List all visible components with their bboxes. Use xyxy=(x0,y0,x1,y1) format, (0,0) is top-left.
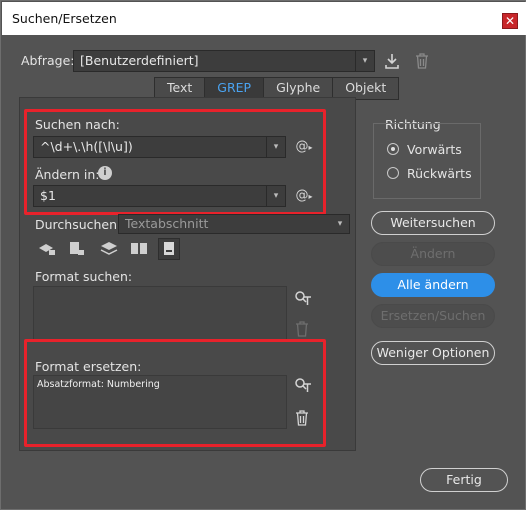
change-find-button[interactable]: Ersetzen/Suchen xyxy=(371,304,495,328)
title-bar: Suchen/Ersetzen ✕ xyxy=(2,2,526,35)
locked-layers-icon[interactable] xyxy=(37,241,57,262)
hidden-layers-icon[interactable] xyxy=(99,241,119,262)
scope-label: Durchsuchen: xyxy=(35,217,122,232)
tab-glyph[interactable]: Glyphe xyxy=(264,78,334,99)
format-search-box[interactable] xyxy=(33,286,287,340)
find-next-button[interactable]: Weitersuchen xyxy=(371,211,495,235)
highlight-box-search xyxy=(24,109,326,215)
radio-forward[interactable] xyxy=(387,143,399,155)
locked-stories-icon[interactable] xyxy=(67,241,87,262)
radio-backward[interactable] xyxy=(387,167,399,179)
footnotes-icon[interactable] xyxy=(158,238,180,260)
query-select[interactable]: [Benutzerdefiniert] ▾ xyxy=(73,50,375,72)
done-button[interactable]: Fertig xyxy=(420,468,508,492)
query-value: [Benutzerdefiniert] xyxy=(80,53,199,68)
query-label: Abfrage: xyxy=(21,53,75,68)
tab-grep[interactable]: GREP xyxy=(205,78,265,99)
tab-text[interactable]: Text xyxy=(155,78,206,99)
scope-select[interactable]: Textabschnitt ▾ xyxy=(118,214,350,234)
highlight-box-format xyxy=(24,339,326,447)
chevron-down-icon: ▾ xyxy=(337,219,343,229)
scope-value: Textabschnitt xyxy=(125,216,209,231)
delete-query-icon[interactable] xyxy=(413,53,431,74)
window-title: Suchen/Ersetzen xyxy=(12,11,117,26)
tab-object[interactable]: Objekt xyxy=(333,78,398,99)
direction-group xyxy=(373,123,481,199)
change-button[interactable]: Ändern xyxy=(371,242,495,266)
chevron-down-icon: ▾ xyxy=(355,51,374,71)
fewer-options-button[interactable]: Weniger Optionen xyxy=(371,341,495,365)
change-all-button[interactable]: Alle ändern xyxy=(371,273,495,297)
master-pages-icon[interactable] xyxy=(129,241,149,262)
radio-forward-label: Vorwärts xyxy=(407,142,462,157)
close-icon[interactable]: ✕ xyxy=(502,13,518,29)
dialog-window: Suchen/Ersetzen ✕ Abfrage: [Benutzerdefi… xyxy=(0,0,526,510)
save-query-icon[interactable] xyxy=(383,53,401,74)
specify-format-search-icon[interactable] xyxy=(293,290,313,311)
radio-backward-label: Rückwärts xyxy=(407,166,472,181)
format-search-label: Format suchen: xyxy=(35,269,133,284)
